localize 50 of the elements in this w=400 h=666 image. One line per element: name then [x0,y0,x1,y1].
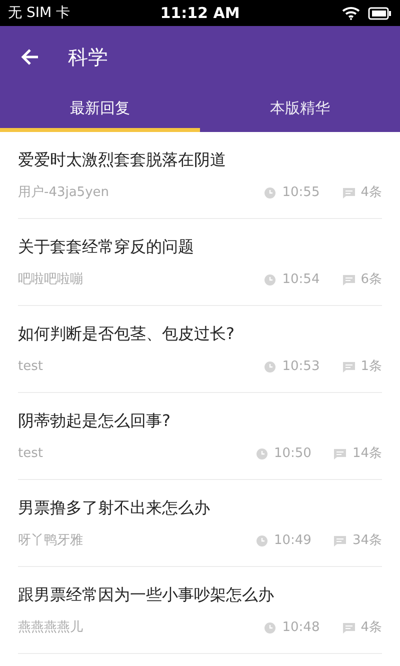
reply-count: 4条 [360,184,382,202]
clock-icon [256,534,268,547]
post-title: 跟男票经常因为一些小事吵架怎么办 [18,584,275,606]
post-time: 10:53 [282,358,320,376]
carrier-text: 无 SIM 卡 [8,4,70,22]
tab[interactable]: 最新回复 [0,88,200,132]
post-title: 关于套套经常穿反的问题 [18,236,195,258]
comment-icon [342,360,356,373]
post-item[interactable]: 男票撸多了射不出来怎么办 呀丫鸭牙雅 10:49 34条 [18,480,382,567]
comment-icon [342,622,356,634]
comment-icon [333,448,348,460]
post-author: 燕燕燕燕儿 [18,619,83,637]
battery-icon [368,6,392,20]
status-time: 11:12 AM [160,2,240,24]
comment-icon [342,186,356,199]
post-author: 呀丫鸭牙雅 [18,532,83,550]
reply-count: 4条 [360,619,382,637]
post-item[interactable]: 阴蒂勃起是怎么回事? test 10:50 14条 [18,393,382,480]
wifi-icon [342,6,360,20]
comment-icon [342,274,356,286]
clock-icon [264,186,276,199]
comment-icon [333,534,348,547]
clock-icon [264,360,276,373]
clock-icon [264,274,276,286]
post-author: 吧啦吧啦嘣 [18,271,83,289]
post-item[interactable]: 跟男票经常因为一些小事吵架怎么办 燕燕燕燕儿 10:48 4条 [18,567,382,654]
post-author: test [18,445,43,463]
post-title: 爱爱时太激烈套套脱落在阴道 [18,149,227,171]
post-time: 10:50 [274,445,312,463]
post-time: 10:49 [274,532,312,550]
page-title: 科学 [68,44,108,71]
post-title: 男票撸多了射不出来怎么办 [18,497,211,519]
post-item[interactable]: 爱爱时太激烈套套脱落在阴道 用户-43ja5yen 10:55 4条 [18,132,382,219]
clock-icon [264,622,276,634]
post-time: 10:48 [282,619,320,637]
post-title: 阴蒂勃起是怎么回事? [18,410,172,432]
reply-count: 14条 [352,445,382,463]
post-time: 10:55 [282,184,320,202]
tab[interactable]: 本版精华 [200,88,400,132]
reply-count: 1条 [360,358,382,376]
post-author: 用户-43ja5yen [18,184,110,202]
post-time: 10:54 [282,271,320,289]
post-item[interactable]: 如何判断是否包茎、包皮过长? test 10:53 1条 [18,306,382,393]
back-icon[interactable] [20,47,40,67]
reply-count: 34条 [352,532,382,550]
reply-count: 6条 [360,271,382,289]
post-title: 如何判断是否包茎、包皮过长? [18,323,236,345]
post-author: test [18,358,43,376]
post-item[interactable]: 关于套套经常穿反的问题 吧啦吧啦嘣 10:54 6条 [18,219,382,306]
clock-icon [256,448,268,460]
